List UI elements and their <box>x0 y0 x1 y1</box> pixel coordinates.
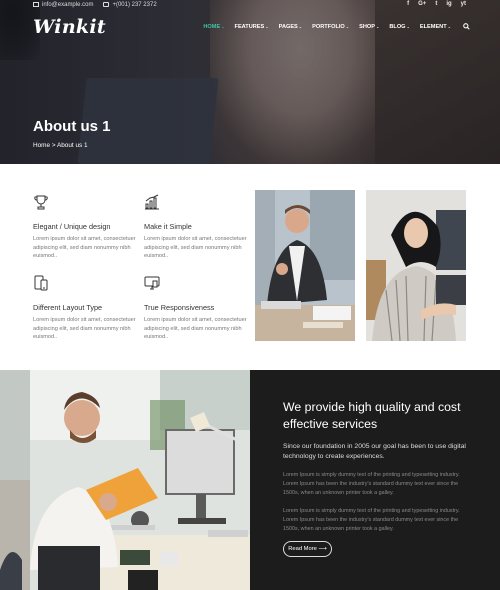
nav-home-label: HOME <box>203 24 221 30</box>
nav-blog[interactable]: BLOG⌄ <box>389 24 410 32</box>
chevron-down-icon: ⌄ <box>406 24 410 29</box>
feature-text: Lorem ipsum dolor sit amet, consectetuer… <box>144 317 247 341</box>
feature-title: Make it Simple <box>144 222 192 231</box>
photo-businessman <box>255 190 355 341</box>
mobile-devices-icon <box>34 275 48 291</box>
search-icon[interactable] <box>463 23 470 32</box>
feature-responsiveness: True Responsiveness Lorem ipsum dolor si… <box>144 275 249 342</box>
photo-businesswoman <box>366 190 466 341</box>
nav-portfolio[interactable]: PORTFOLIO⌄ <box>312 24 349 32</box>
nav-home[interactable]: HOME⌄ <box>203 24 224 32</box>
read-more-button[interactable]: Read More ⟶ <box>283 541 332 557</box>
nav-element-label: ELEMENT <box>419 24 447 30</box>
nav-blog-label: BLOG <box>389 24 406 30</box>
twitter-icon[interactable]: t <box>435 1 437 7</box>
services-section: We provide high quality and cost effecti… <box>0 370 500 590</box>
chevron-down-icon: ⌄ <box>298 24 303 29</box>
main-nav: HOME⌄ FEATURES⌄ PAGES⌄ PORTFOLIO⌄ SHOP⌄ … <box>203 23 470 32</box>
google-plus-icon[interactable]: G+ <box>418 1 426 7</box>
feature-make-it-simple: Make it Simple Lorem ipsum dolor sit ame… <box>144 194 249 261</box>
nav-features[interactable]: FEATURES⌄ <box>235 24 269 32</box>
photo-office-reading <box>0 370 250 590</box>
services-body-2: Lorem Ipsum is simply dummy text of the … <box>283 508 460 532</box>
services-heading: We provide high quality and cost effecti… <box>283 400 461 431</box>
nav-pages[interactable]: PAGES⌄ <box>279 24 303 32</box>
nav-shop-label: SHOP <box>359 24 376 30</box>
nav-features-label: FEATURES <box>234 24 265 30</box>
chevron-down-icon: ⌄ <box>376 24 380 29</box>
feature-title: Elegant / Unique design <box>33 222 111 231</box>
services-panel: We provide high quality and cost effecti… <box>250 370 500 590</box>
feature-title: True Responsiveness <box>144 303 215 312</box>
feature-text: Lorem ipsum dolor sit amet, consectetuer… <box>33 236 136 260</box>
feature-text: Lorem ipsum dolor sit amet, consectetuer… <box>144 236 247 260</box>
feature-title: Different Layout Type <box>33 303 103 312</box>
phone-text: +(001) 237 2372 <box>112 2 157 8</box>
services-lead: Since our foundation in 2005 our goal ha… <box>283 443 466 460</box>
social-links: f G+ t ig yt <box>407 1 466 7</box>
nav-pages-label: PAGES <box>278 24 298 30</box>
feature-elegant-design: Elegant / Unique design Lorem ipsum dolo… <box>33 194 138 261</box>
phone-contact[interactable]: +(001) 237 2372 <box>103 2 157 8</box>
chevron-down-icon: ⌄ <box>265 24 269 29</box>
chevron-down-icon: ⌄ <box>447 24 451 29</box>
bar-chart-icon <box>145 194 159 210</box>
email-contact[interactable]: info@example.com <box>33 2 93 8</box>
breadcrumb[interactable]: Home > About us 1 <box>33 142 88 149</box>
nav-element[interactable]: ELEMENT⌄ <box>420 24 451 32</box>
top-bar: info@example.com +(001) 237 2372 f G+ t … <box>0 0 500 12</box>
phone-icon <box>103 2 110 7</box>
mail-icon <box>33 2 39 7</box>
trophy-icon <box>34 195 48 210</box>
hero-banner: info@example.com +(001) 237 2372 f G+ t … <box>0 0 500 164</box>
chevron-down-icon: ⌄ <box>345 24 350 29</box>
youtube-icon[interactable]: yt <box>461 1 466 7</box>
feature-layout-type: Different Layout Type Lorem ipsum dolor … <box>33 275 138 342</box>
monitor-icon <box>144 276 160 290</box>
logo[interactable]: Winkit <box>33 16 106 38</box>
chevron-down-icon: ⌄ <box>221 24 225 29</box>
nav-portfolio-label: PORTFOLIO <box>312 24 345 30</box>
services-body-1: Lorem Ipsum is simply dummy text of the … <box>283 472 460 496</box>
facebook-icon[interactable]: f <box>407 1 409 7</box>
feature-text: Lorem ipsum dolor sit amet, consectetuer… <box>33 317 136 341</box>
nav-shop[interactable]: SHOP⌄ <box>359 24 379 32</box>
contact-info: info@example.com +(001) 237 2372 <box>33 2 157 8</box>
instagram-icon[interactable]: ig <box>446 1 451 7</box>
email-text: info@example.com <box>42 2 94 8</box>
page-title: About us 1 <box>33 118 111 135</box>
